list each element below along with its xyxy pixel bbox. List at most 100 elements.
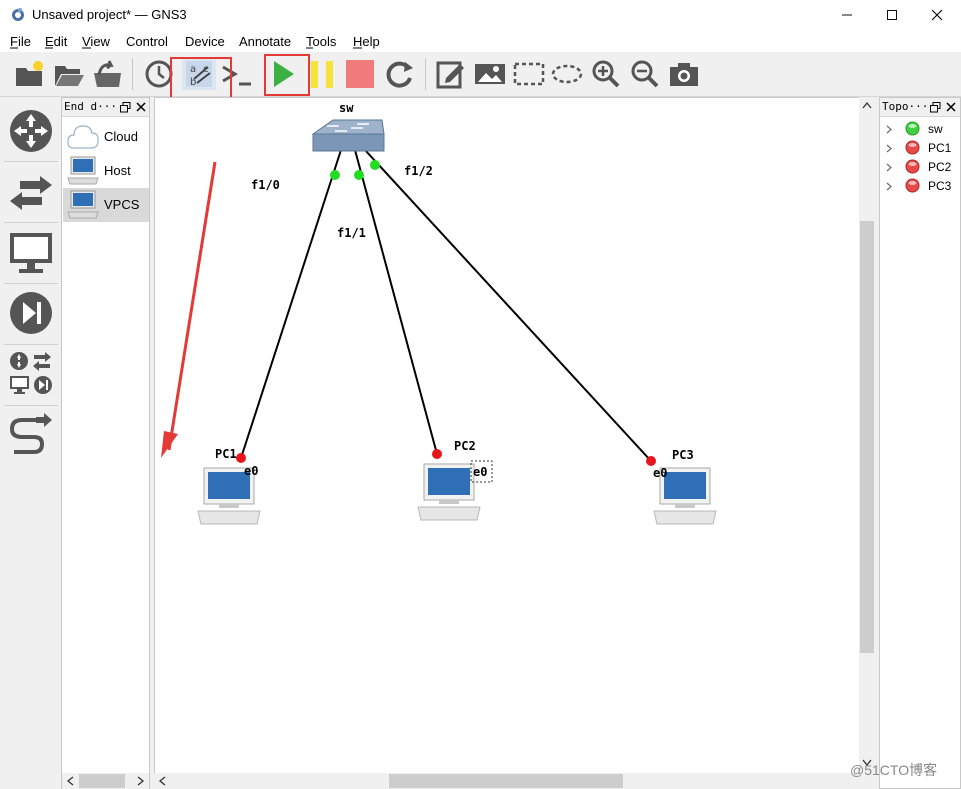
dock-title: End d··· (64, 100, 117, 113)
open-project-button[interactable] (52, 58, 86, 90)
draw-rectangle-icon (513, 62, 545, 86)
add-link-icon (9, 413, 52, 454)
new-project-button[interactable] (13, 58, 47, 90)
switches-button[interactable] (6, 166, 56, 220)
vpcs-icon (67, 190, 99, 219)
port-label-f1-2[interactable]: f1/2 (404, 164, 433, 178)
all-devices-icon (10, 352, 52, 394)
close-dock-icon[interactable] (946, 102, 956, 112)
topology-item-label: sw (928, 122, 943, 136)
float-dock-icon[interactable] (930, 102, 941, 113)
dock-scroll-thumb[interactable] (79, 774, 125, 788)
port-label-f1-0[interactable]: f1/0 (251, 178, 280, 192)
cloud-icon (67, 125, 99, 149)
node-label-pc3[interactable]: PC3 (672, 448, 694, 462)
open-project-icon (55, 66, 84, 86)
port-status-sw-f1-1 (354, 170, 364, 180)
add-note-button[interactable] (434, 58, 468, 90)
topology-drawing (161, 119, 717, 525)
routers-icon (10, 110, 52, 152)
minimize-button[interactable] (824, 0, 870, 30)
link-sw-pc3[interactable] (364, 149, 652, 462)
port-label-pc3-e0[interactable]: e0 (653, 466, 667, 480)
topology-summary-title: Topo··· (882, 100, 929, 113)
end-devices-icon (10, 233, 52, 273)
canvas-vertical-scrollbar[interactable] (859, 97, 875, 773)
insert-image-button[interactable] (473, 58, 507, 90)
vertical-scroll-thumb[interactable] (860, 221, 874, 653)
zoom-in-button[interactable] (589, 58, 623, 90)
device-type-toolbar (4, 100, 58, 462)
device-bar-divider (4, 344, 58, 345)
link-sw-pc2[interactable] (354, 149, 438, 455)
dock-item-host[interactable]: Host (63, 154, 149, 188)
topology-summary-dock: Topo··· sw PC1 PC2 PC3 (879, 97, 961, 789)
expand-chevron-icon[interactable] (886, 182, 893, 191)
annotation-red-arrow (161, 161, 217, 458)
stop-all-button[interactable] (343, 58, 377, 90)
toolbar-separator (132, 58, 133, 90)
draw-ellipse-icon (551, 64, 583, 84)
screenshot-button[interactable] (667, 58, 701, 90)
expand-chevron-icon[interactable] (886, 125, 893, 134)
node-label-pc2[interactable]: PC2 (454, 439, 476, 453)
port-label-pc2-e0[interactable]: e0 (473, 465, 487, 479)
all-devices-button[interactable] (6, 346, 56, 400)
reload-all-button[interactable] (383, 58, 417, 90)
new-project-icon (16, 61, 43, 86)
close-icon (931, 9, 943, 21)
scroll-left-icon[interactable] (66, 776, 74, 786)
topology-item-pc3[interactable]: PC3 (882, 177, 960, 196)
end-devices-button[interactable] (6, 226, 56, 280)
topology-item-pc1[interactable]: PC1 (882, 139, 960, 158)
scroll-up-icon[interactable] (862, 101, 872, 109)
close-dock-icon[interactable] (136, 102, 146, 112)
link-sw-pc1[interactable] (240, 149, 342, 459)
dock-item-cloud[interactable]: Cloud (63, 120, 149, 154)
port-label-f1-1[interactable]: f1/1 (337, 226, 366, 240)
routers-button[interactable] (6, 104, 56, 158)
topology-item-pc2[interactable]: PC2 (882, 158, 960, 177)
node-label-sw[interactable]: sw (339, 101, 353, 115)
dock-header: End d··· (62, 98, 149, 117)
float-dock-icon[interactable] (120, 102, 131, 113)
save-project-button[interactable] (90, 58, 124, 90)
close-button[interactable] (914, 0, 960, 30)
topology-summary-header: Topo··· (880, 98, 960, 117)
dock-horizontal-scrollbar[interactable] (62, 773, 149, 789)
maximize-icon (887, 10, 897, 20)
switch-node-sw[interactable] (311, 119, 385, 152)
security-devices-button[interactable] (6, 286, 56, 340)
expand-chevron-icon[interactable] (886, 163, 893, 172)
zoom-out-button[interactable] (628, 58, 662, 90)
horizontal-scroll-thumb[interactable] (389, 774, 623, 788)
menu-mnemonic-underlines (10, 47, 362, 49)
expand-chevron-icon[interactable] (886, 144, 893, 153)
status-stopped-icon (905, 159, 920, 174)
draw-ellipse-button[interactable] (550, 58, 584, 90)
suspend-all-icon (311, 61, 333, 88)
window-title: Unsaved project* — GNS3 (32, 7, 187, 22)
add-link-button[interactable] (6, 406, 56, 460)
reload-all-icon (386, 61, 413, 88)
node-label-pc1[interactable]: PC1 (215, 447, 237, 461)
dock-item-label: Host (104, 163, 131, 178)
scroll-left-icon[interactable] (158, 776, 166, 786)
maximize-button[interactable] (869, 0, 915, 30)
port-label-pc1-e0[interactable]: e0 (244, 464, 258, 478)
topology-item-label: PC1 (928, 141, 952, 155)
draw-rectangle-button[interactable] (512, 58, 546, 90)
zoom-in-icon (592, 60, 620, 88)
gns3-logo-icon (12, 8, 24, 21)
insert-image-icon (475, 64, 505, 84)
suspend-all-button[interactable] (305, 58, 339, 90)
port-status-pc3-e0 (646, 456, 656, 466)
topology-item-sw[interactable]: sw (882, 120, 960, 139)
canvas-horizontal-scrollbar[interactable] (154, 773, 860, 789)
dock-item-label: VPCS (104, 197, 140, 212)
device-bar-divider (4, 161, 58, 162)
status-stopped-icon (905, 140, 920, 155)
scroll-right-icon[interactable] (137, 776, 145, 786)
topology-canvas[interactable]: sw f1/0 f1/1 f1/2 PC1 e0 PC2 e0 PC3 e0 (154, 97, 860, 773)
dock-item-vpcs[interactable]: VPCS (63, 188, 149, 222)
